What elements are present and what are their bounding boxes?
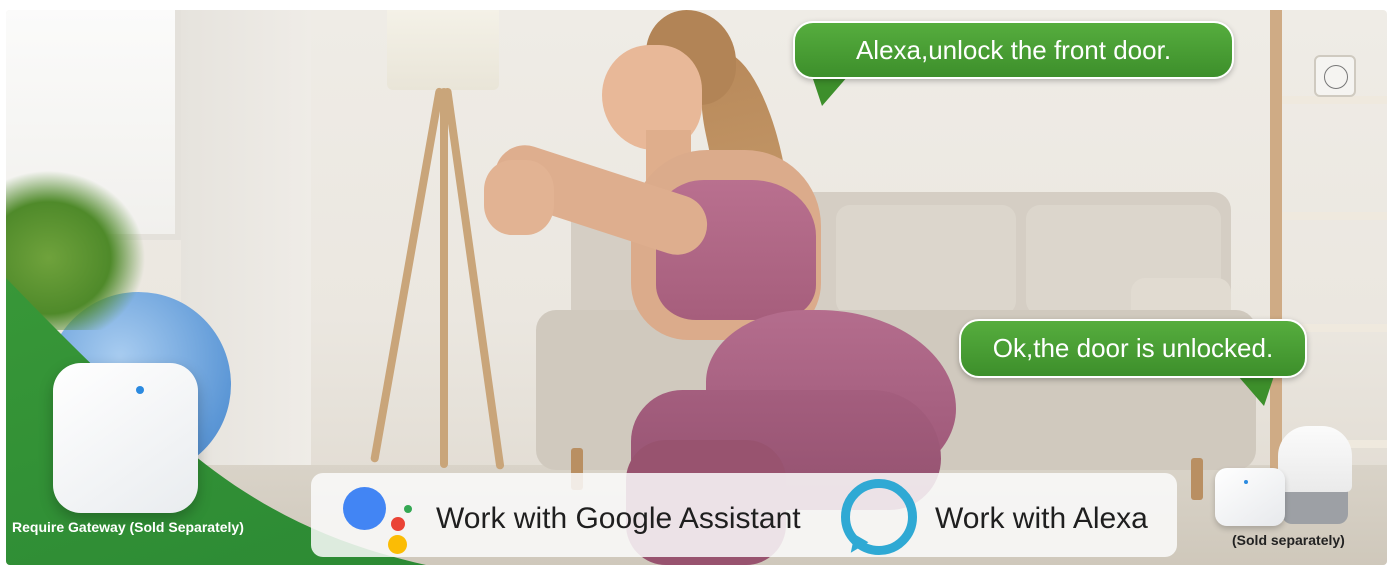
google-assistant-label: Work with Google Assistant [436, 502, 801, 535]
response-text: Ok,the door is unlocked. [992, 333, 1274, 363]
google-assistant-icon [343, 487, 386, 530]
alexa-label: Work with Alexa [935, 502, 1148, 535]
gateway-led-icon [136, 386, 144, 394]
command-text: Alexa,unlock the front door. [855, 34, 1172, 65]
woman-hands [484, 160, 554, 235]
smart-speaker-device [1278, 426, 1352, 492]
sofa-cushion [836, 205, 1016, 315]
gateway-caption: Require Gateway (Sold Separately) [12, 519, 244, 535]
shelf-board [1282, 212, 1387, 220]
speech-bubble-tail [812, 76, 848, 106]
shelf-board [1282, 96, 1387, 104]
sofa-leg [1191, 458, 1203, 500]
speech-bubble-response: Ok,the door is unlocked. [959, 319, 1307, 378]
google-assistant-icon [404, 505, 412, 513]
lamp-leg [440, 88, 448, 468]
bookshelf [1270, 10, 1282, 480]
speech-bubble-command: Alexa,unlock the front door. [793, 21, 1234, 79]
lamp-leg [443, 87, 505, 470]
speech-bubble-tail [1238, 376, 1274, 406]
speaker-caption: (Sold separately) [1232, 532, 1345, 548]
gateway-device [53, 363, 198, 513]
clock-icon [1314, 55, 1356, 97]
promo-banner: Require Gateway (Sold Separately) Alexa,… [6, 10, 1387, 565]
google-assistant-icon [388, 535, 407, 554]
hub-device [1215, 468, 1285, 526]
floor-lamp [387, 10, 499, 90]
hub-led-icon [1244, 480, 1248, 484]
google-assistant-icon [391, 517, 405, 531]
lamp-leg [370, 87, 444, 463]
